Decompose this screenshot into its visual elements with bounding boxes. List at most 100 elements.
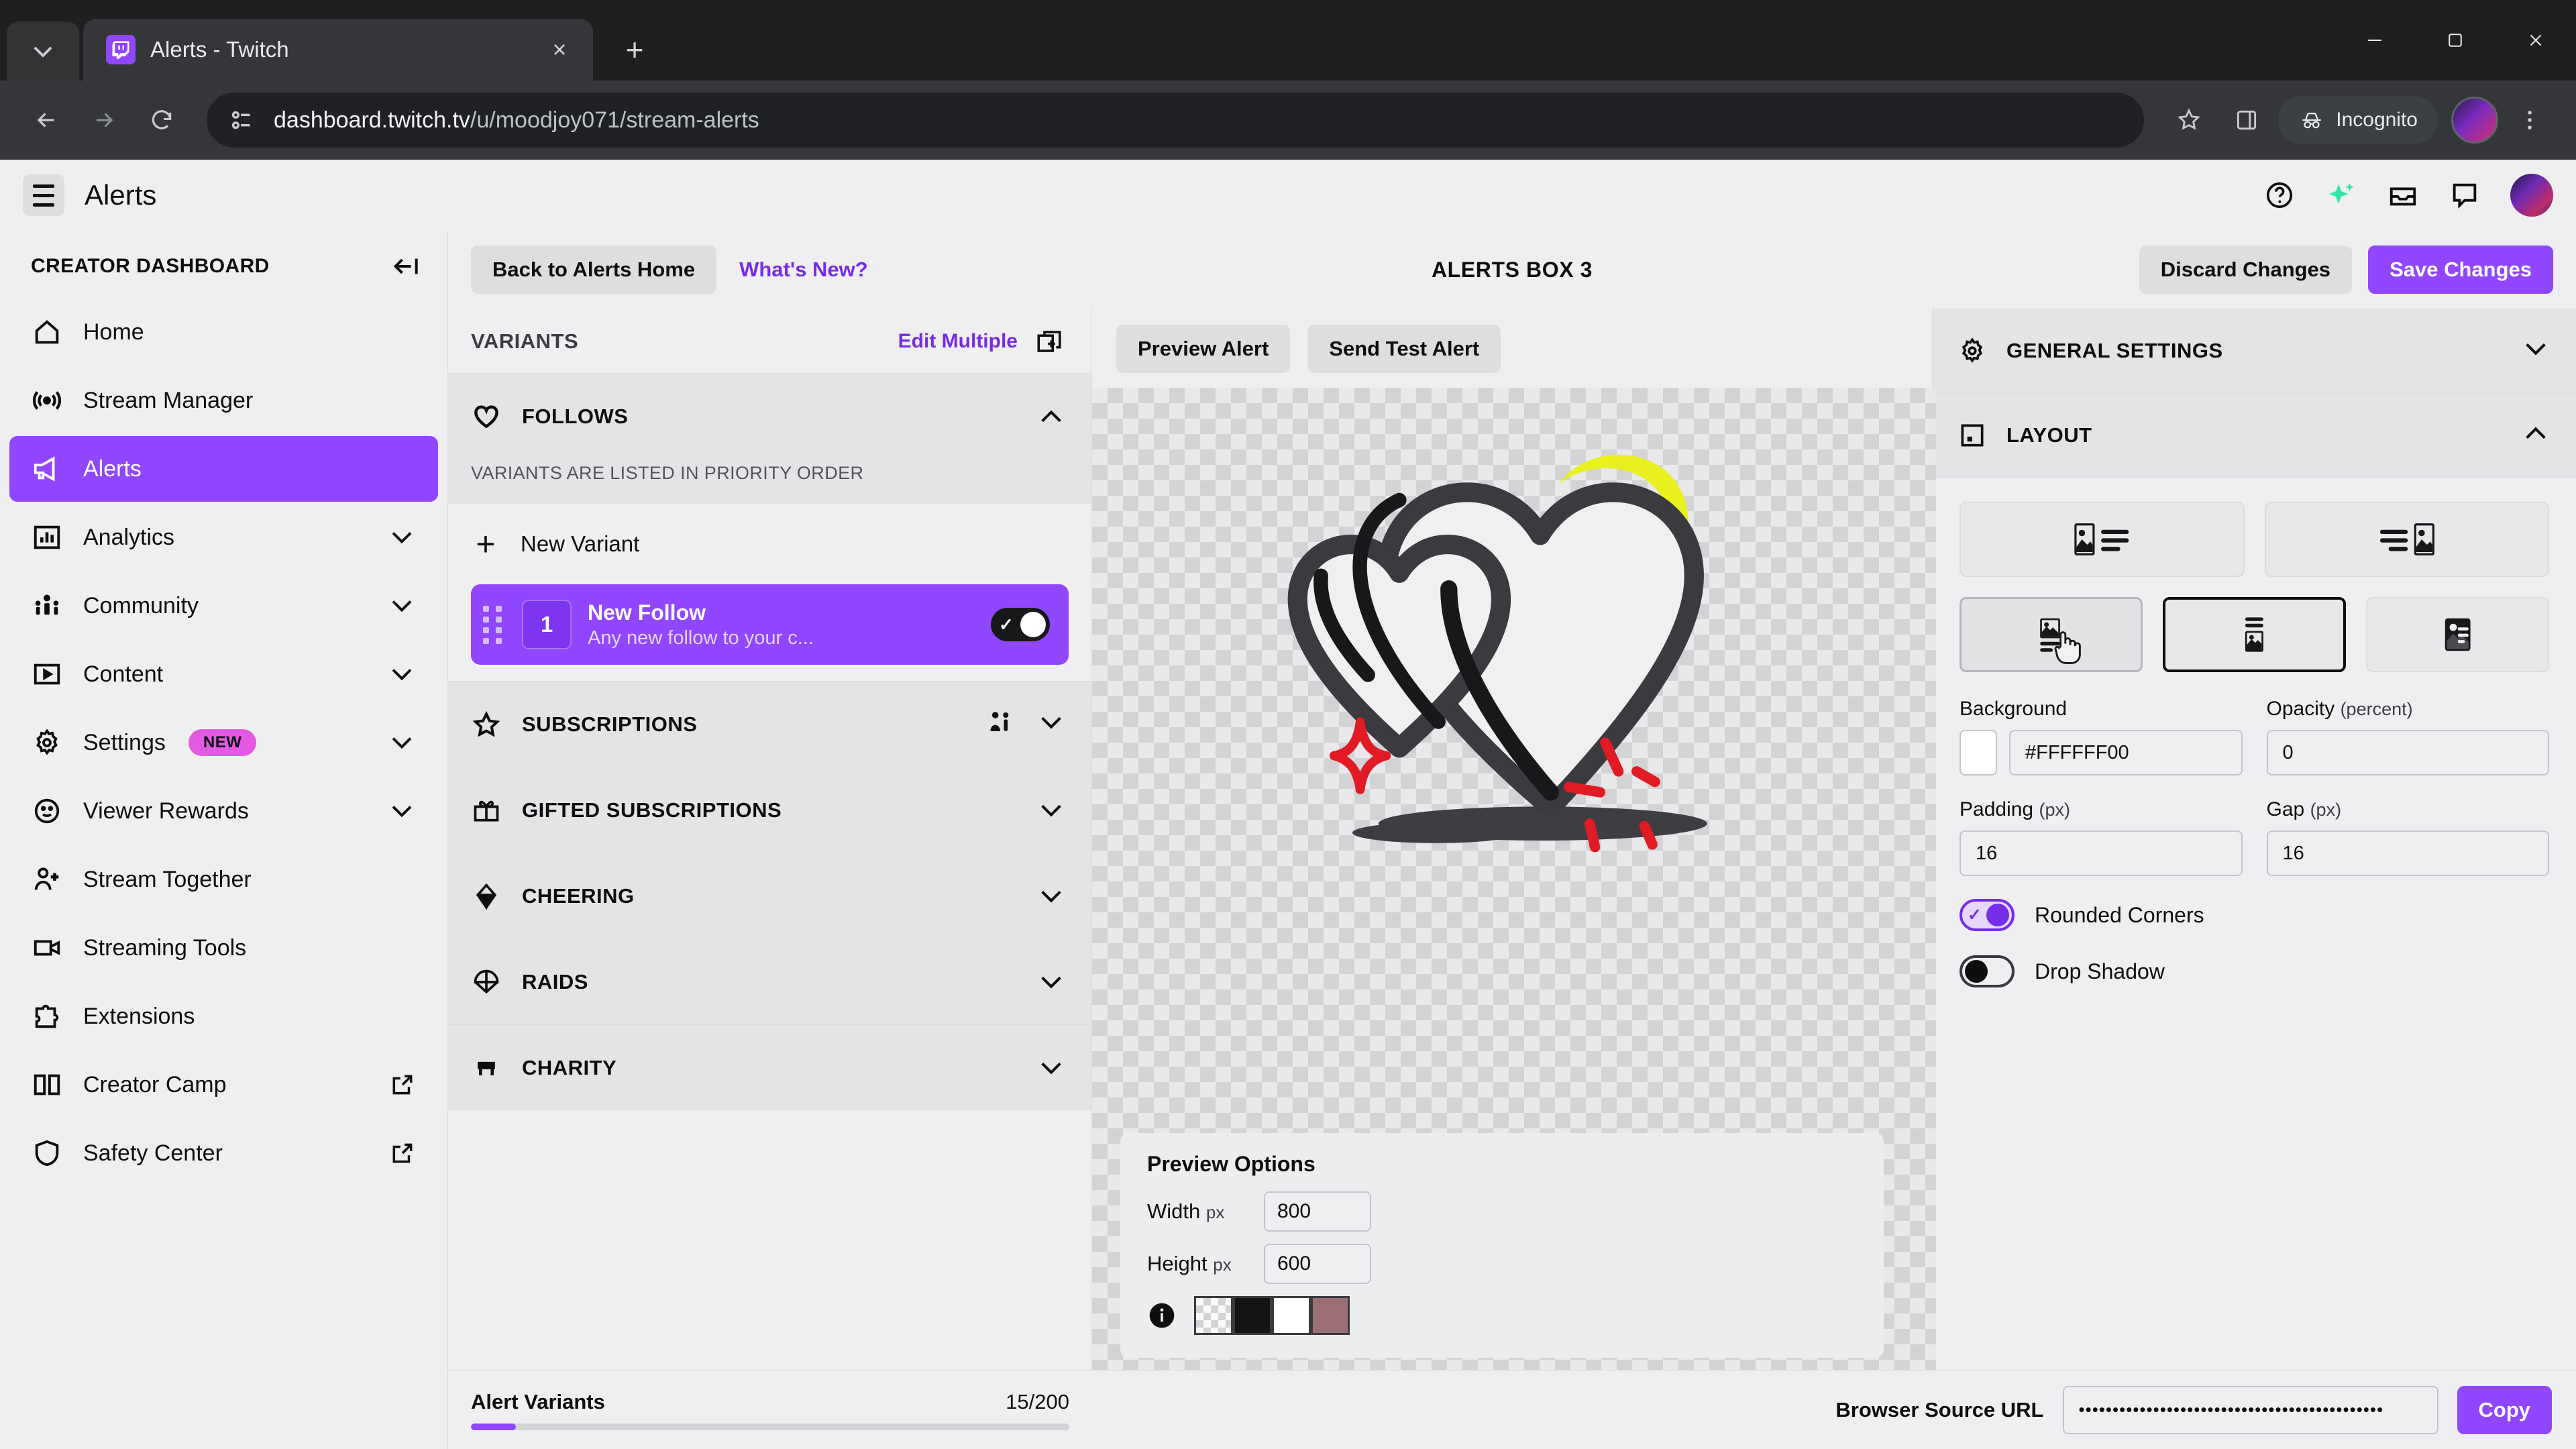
sidebar-item-creator-camp[interactable]: Creator Camp (9, 1052, 438, 1118)
swatch-black[interactable] (1233, 1296, 1272, 1335)
close-icon[interactable] (2496, 0, 2576, 80)
url-domain: dashboard.twitch.tv (274, 107, 470, 133)
swatch-transparent[interactable] (1194, 1296, 1233, 1335)
preview-options-title: Preview Options (1147, 1152, 1316, 1176)
preview-height-input[interactable]: 600 (1264, 1244, 1371, 1284)
chat-icon[interactable] (2449, 179, 2481, 211)
chevron-down-icon[interactable] (387, 659, 417, 689)
tab-search-button[interactable] (7, 21, 79, 80)
sidebar-item-settings[interactable]: Settings NEW (9, 710, 438, 775)
avatar[interactable] (2510, 174, 2553, 217)
persons-icon[interactable] (985, 708, 1015, 741)
layout-option-text-top-image-bottom[interactable] (2163, 597, 2346, 672)
gap-input[interactable]: 16 (2266, 830, 2549, 876)
sidebar-item-stream-together[interactable]: Stream Together (9, 847, 438, 912)
profile-avatar[interactable] (2451, 97, 2498, 144)
chevron-up-icon[interactable] (2522, 424, 2549, 446)
alert-preview-canvas[interactable]: Preview Options Width px 800 Height px 6… (1092, 388, 1936, 1370)
variant-section-cheering[interactable]: CHEERING (448, 853, 1091, 939)
forward-icon[interactable] (78, 94, 130, 146)
inbox-icon[interactable] (2387, 179, 2419, 211)
variant-section-follows[interactable]: FOLLOWS (448, 373, 1091, 459)
color-picker-swatch[interactable] (1960, 730, 1997, 775)
new-variant-button[interactable]: + New Variant (448, 504, 1091, 584)
swatch-mauve[interactable] (1311, 1296, 1350, 1335)
chevron-down-icon[interactable] (1038, 1059, 1065, 1077)
info-icon[interactable] (1147, 1301, 1177, 1330)
side-panel-icon[interactable] (2220, 94, 2273, 146)
sidebar-item-home[interactable]: Home (9, 299, 438, 365)
layout-option-text-left-image-right[interactable] (2264, 502, 2549, 577)
sidebar-item-content[interactable]: Content (9, 641, 438, 707)
browser-tab[interactable]: Alerts - Twitch × (83, 19, 593, 80)
variant-section-subscriptions[interactable]: SUBSCRIPTIONS (448, 681, 1091, 767)
edit-multiple-link[interactable]: Edit Multiple (898, 330, 1018, 353)
general-settings-section[interactable]: GENERAL SETTINGS (1933, 309, 2576, 393)
external-link-icon[interactable] (388, 1071, 417, 1099)
sidebar-item-safety-center[interactable]: Safety Center (9, 1120, 438, 1186)
menu-toggle-button[interactable] (23, 174, 64, 216)
sidebar-item-viewer-rewards[interactable]: Viewer Rewards (9, 778, 438, 844)
chevron-down-icon[interactable] (387, 523, 417, 552)
variant-section-label: CHARITY (522, 1055, 617, 1079)
rounded-corners-toggle[interactable]: ✓ (1960, 899, 2015, 931)
incognito-indicator[interactable]: Incognito (2278, 96, 2438, 144)
back-icon[interactable] (20, 94, 72, 146)
discard-changes-button[interactable]: Discard Changes (2139, 246, 2353, 294)
reload-icon[interactable] (136, 94, 188, 146)
new-tab-button[interactable]: + (610, 25, 659, 74)
sidebar-item-community[interactable]: Community (9, 573, 438, 639)
bookmark-star-icon[interactable] (2163, 94, 2215, 146)
sidebar-item-extensions[interactable]: Extensions (9, 983, 438, 1049)
gear-icon (1957, 335, 1988, 366)
browser-source-input[interactable]: ••••••••••••••••••••••••••••••••••••••••… (2062, 1385, 2438, 1434)
chevron-down-icon[interactable] (1038, 887, 1065, 906)
send-test-alert-button[interactable]: Send Test Alert (1307, 325, 1501, 373)
chevron-down-icon[interactable] (387, 728, 417, 757)
chevron-down-icon[interactable] (2522, 339, 2549, 362)
variant-section-gifted-subscriptions[interactable]: GIFTED SUBSCRIPTIONS (448, 767, 1091, 853)
preview-width-input[interactable]: 800 (1264, 1191, 1371, 1232)
site-info-icon[interactable] (227, 105, 258, 136)
drop-shadow-toggle[interactable] (1960, 955, 2015, 987)
sidebar-item-analytics[interactable]: Analytics (9, 504, 438, 570)
ai-sparkle-icon[interactable] (2325, 179, 2357, 211)
chevron-down-icon[interactable] (1038, 973, 1065, 991)
help-icon[interactable] (2263, 179, 2296, 211)
copy-button[interactable]: Copy (2457, 1385, 2552, 1434)
chevron-down-icon[interactable] (1038, 801, 1065, 820)
whats-new-link[interactable]: What's New? (739, 258, 868, 282)
layout-option-text-over-image[interactable] (2366, 597, 2549, 672)
drag-handle-icon[interactable] (483, 605, 506, 644)
sidebar-item-streaming-tools[interactable]: Streaming Tools (9, 915, 438, 981)
layout-option-image-top-text-bottom[interactable] (1960, 597, 2143, 672)
layout-option-image-left-text-right[interactable] (1960, 502, 2245, 577)
chevron-up-icon[interactable] (1038, 407, 1065, 426)
sidebar-item-alerts[interactable]: Alerts (9, 436, 438, 502)
layout-section[interactable]: LAYOUT (1933, 393, 2576, 478)
address-bar[interactable]: dashboard.twitch.tv/u/moodjoy071/stream-… (207, 93, 2145, 148)
collapse-sidebar-icon[interactable] (390, 250, 423, 283)
chevron-down-icon[interactable] (387, 591, 417, 621)
minimize-icon[interactable] (2334, 0, 2415, 80)
external-link-icon[interactable] (388, 1139, 417, 1167)
preview-alert-button[interactable]: Preview Alert (1116, 325, 1291, 373)
variant-section-charity[interactable]: CHARITY (448, 1024, 1091, 1111)
back-to-alerts-home-button[interactable]: Back to Alerts Home (471, 246, 717, 294)
sidebar-item-stream-manager[interactable]: Stream Manager (9, 368, 438, 433)
close-icon[interactable]: × (542, 32, 577, 67)
preview-width-label: Width px (1147, 1199, 1225, 1223)
maximize-icon[interactable] (2415, 0, 2496, 80)
chevron-down-icon[interactable] (387, 796, 417, 826)
variant-section-raids[interactable]: RAIDS (448, 938, 1091, 1025)
variant-card-new-follow[interactable]: 1 New Follow Any new follow to your c...… (471, 584, 1069, 665)
duplicate-icon[interactable] (1034, 326, 1065, 357)
variant-enabled-toggle[interactable]: ✓ (991, 608, 1050, 642)
padding-input[interactable]: 16 (1960, 830, 2243, 876)
chrome-menu-icon[interactable] (2504, 94, 2556, 146)
swatch-white[interactable] (1272, 1296, 1311, 1335)
save-changes-button[interactable]: Save Changes (2368, 246, 2553, 294)
background-hex-input[interactable]: #FFFFFF00 (2009, 730, 2243, 775)
opacity-input[interactable]: 0 (2266, 730, 2549, 775)
chevron-down-icon[interactable] (1038, 713, 1065, 735)
